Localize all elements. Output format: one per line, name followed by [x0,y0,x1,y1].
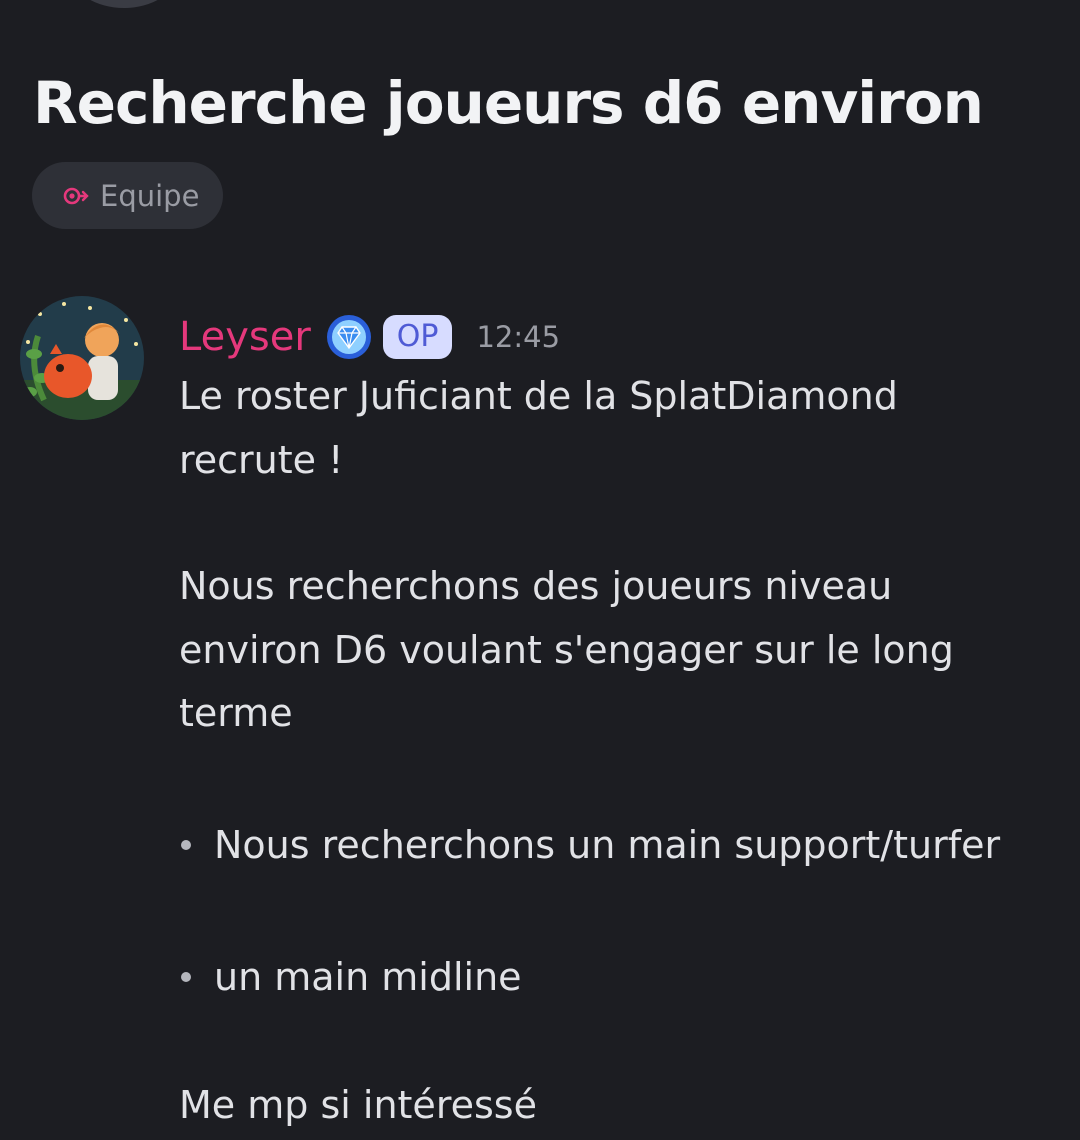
thread-title: Recherche joueurs d6 environ [33,69,984,137]
body-intro-line-2: recrute ! [179,438,344,482]
list-item: Nous recherchons un main support/turfer [179,820,1000,870]
list-item-text: Nous recherchons un main support/turfer [214,823,1001,867]
header-avatar-fragment [72,0,176,8]
list-item: un main midline [179,952,522,1002]
post-header: Leyser OP 12:45 [179,308,560,366]
body-paragraph-line-3: terme [179,691,293,735]
tag-chip-equipe[interactable]: Equipe [32,162,224,229]
op-badge: OP [382,315,453,359]
bullet-dot-icon [181,840,191,850]
team-tag-icon [63,187,89,204]
tag-label: Equipe [100,178,200,213]
user-avatar[interactable] [20,296,144,420]
diamond-emblem-icon [326,315,371,359]
body-intro-line-1: Le roster Juficiant de la SplatDiamond [179,374,898,418]
thread-view: Recherche joueurs d6 environ Equipe Leys… [0,0,1080,1140]
bullet-dot-icon [181,972,191,982]
author-name[interactable]: Leyser [179,314,311,360]
body-paragraph-line-2: environ D6 voulant s'engager sur le long [179,628,954,672]
list-item-text: un main midline [214,955,522,999]
body-paragraph-line-1: Nous recherchons des joueurs niveau [179,564,893,608]
body-closing-line: Me mp si intéressé [179,1083,537,1127]
post-timestamp: 12:45 [476,320,561,354]
